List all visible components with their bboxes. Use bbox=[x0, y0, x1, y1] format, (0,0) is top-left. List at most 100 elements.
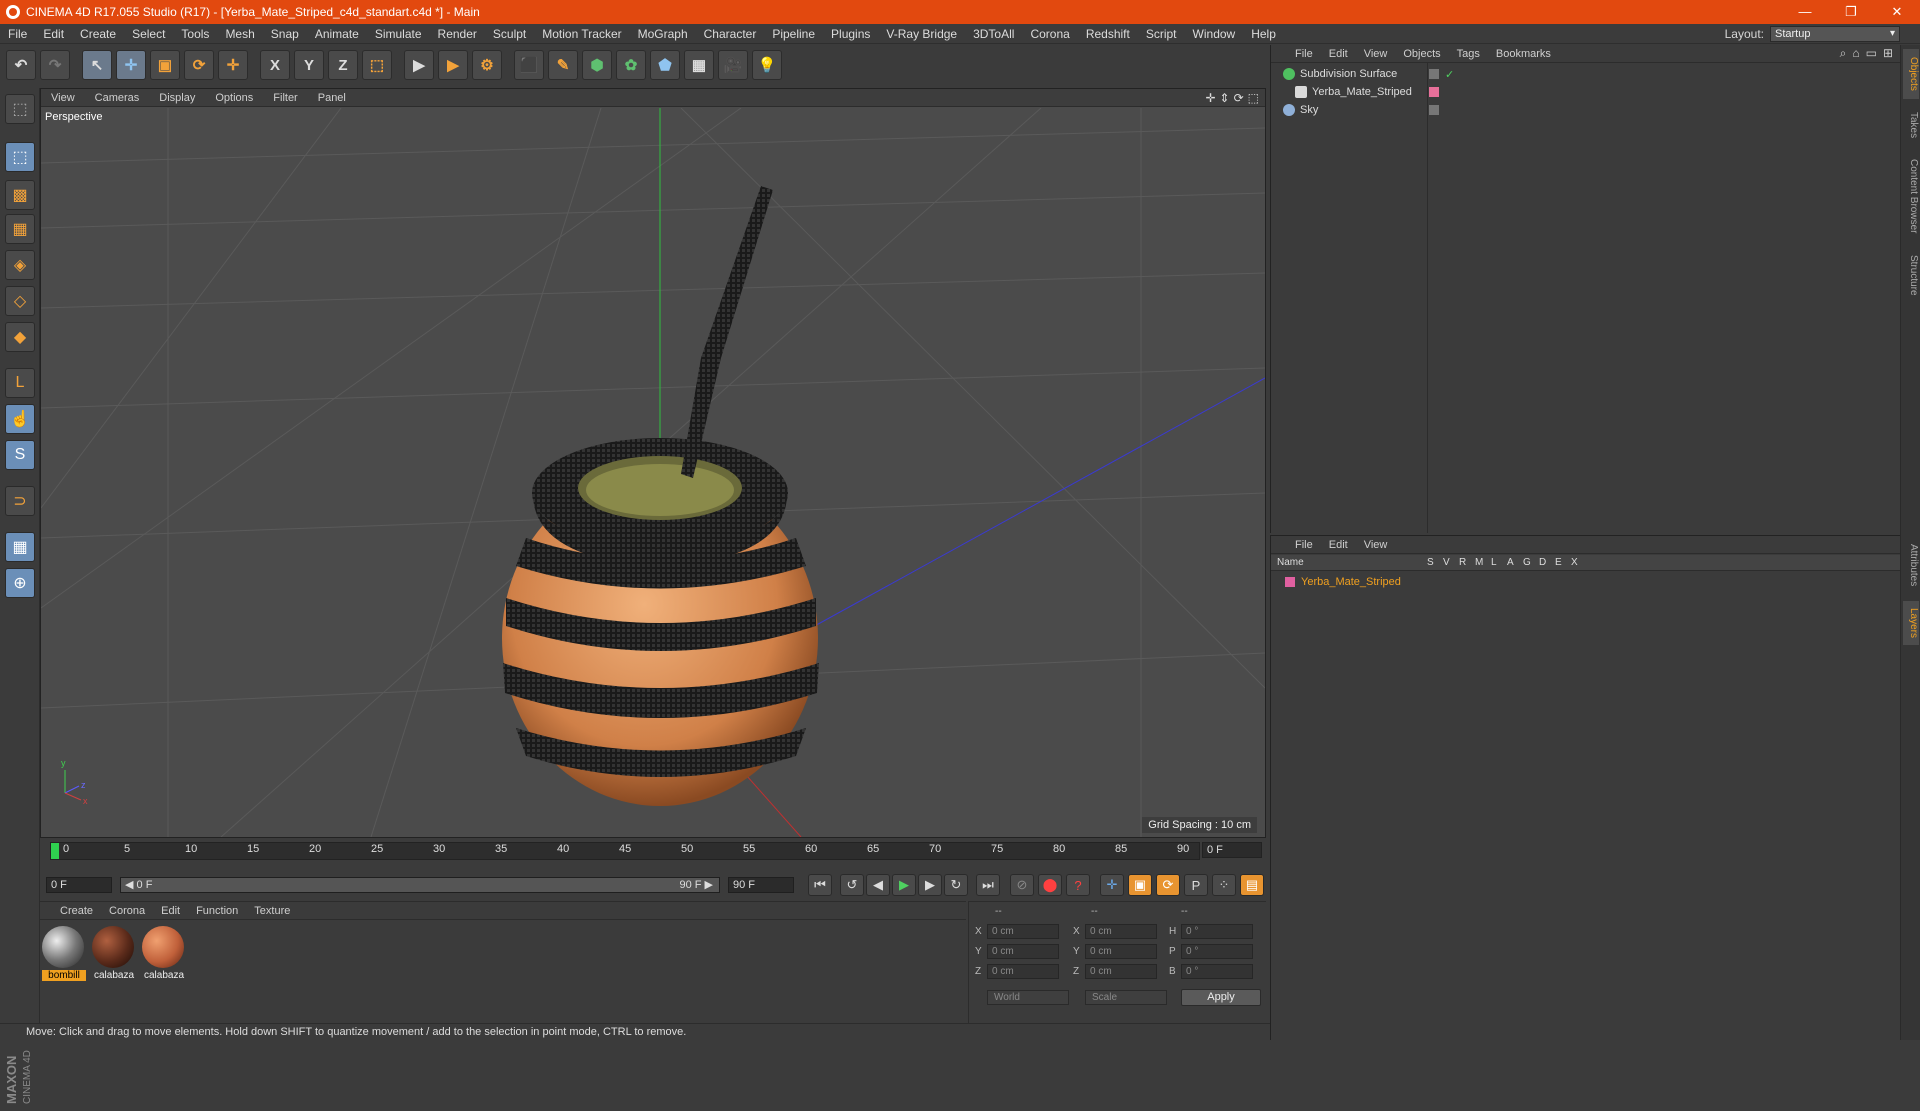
keyframe-selection-button[interactable]: ? bbox=[1066, 874, 1090, 896]
minimize-button[interactable]: — bbox=[1782, 4, 1828, 20]
snap-button[interactable]: S bbox=[5, 440, 35, 470]
tab-structure[interactable]: Structure bbox=[1903, 245, 1919, 305]
next-frame-button[interactable]: ▶ bbox=[918, 874, 942, 896]
magnet-button[interactable]: ⊃ bbox=[5, 486, 35, 516]
position-x-field[interactable]: 0 cm bbox=[987, 924, 1059, 939]
objects-menu-view[interactable]: View bbox=[1356, 48, 1396, 60]
viewport-menu-options[interactable]: Options bbox=[205, 92, 263, 104]
menu-redshift[interactable]: Redshift bbox=[1078, 27, 1138, 41]
enabled-check-icon[interactable]: ✓ bbox=[1445, 68, 1454, 81]
tweak-mode-button[interactable]: ☝ bbox=[5, 404, 35, 434]
rotate-tool-button[interactable]: ⟳ bbox=[184, 50, 214, 80]
position-y-field[interactable]: 0 cm bbox=[987, 944, 1059, 959]
perspective-viewport[interactable]: View Cameras Display Options Filter Pane… bbox=[40, 88, 1266, 838]
material-tag-icon[interactable] bbox=[1429, 87, 1439, 97]
visibility-toggle[interactable] bbox=[1429, 105, 1439, 115]
start-frame-field[interactable]: 0 F bbox=[46, 877, 112, 893]
objects-menu-objects[interactable]: Objects bbox=[1395, 48, 1448, 60]
render-settings-button[interactable]: ⚙ bbox=[472, 50, 502, 80]
camera-object-button[interactable]: 🎥 bbox=[718, 50, 748, 80]
material-menu-create[interactable]: Create bbox=[52, 905, 101, 917]
workplane-lock-button[interactable]: ▦ bbox=[5, 532, 35, 562]
maximize-button[interactable]: ❐ bbox=[1828, 4, 1874, 20]
menu-animate[interactable]: Animate bbox=[307, 27, 367, 41]
material-menu-corona[interactable]: Corona bbox=[101, 905, 153, 917]
subdivision-surface-button[interactable]: ⬢ bbox=[582, 50, 612, 80]
render-view-button[interactable]: ▶ bbox=[404, 50, 434, 80]
key-parameter-button[interactable]: P bbox=[1184, 874, 1208, 896]
expand-icon[interactable]: ⊞ bbox=[1883, 46, 1893, 61]
light-object-button[interactable]: 💡 bbox=[752, 50, 782, 80]
rotation-p-field[interactable]: 0 ° bbox=[1181, 944, 1253, 959]
material-menu-function[interactable]: Function bbox=[188, 905, 246, 917]
menu-plugins[interactable]: Plugins bbox=[823, 27, 878, 41]
visibility-toggle[interactable] bbox=[1429, 69, 1439, 79]
pan-icon[interactable]: ✛ bbox=[1205, 91, 1215, 105]
tab-attributes[interactable]: Attributes bbox=[1903, 535, 1919, 595]
viewport-menu-panel[interactable]: Panel bbox=[308, 92, 356, 104]
size-x-field[interactable]: 0 cm bbox=[1085, 924, 1157, 939]
menu-mograph[interactable]: MoGraph bbox=[630, 27, 696, 41]
viewport-menu-display[interactable]: Display bbox=[149, 92, 205, 104]
menu-file[interactable]: File bbox=[0, 27, 35, 41]
current-frame-field[interactable]: 0 F bbox=[1202, 842, 1262, 858]
size-mode-dropdown[interactable]: Scale bbox=[1085, 990, 1167, 1005]
menu-select[interactable]: Select bbox=[124, 27, 173, 41]
menu-pipeline[interactable]: Pipeline bbox=[764, 27, 823, 41]
rotation-h-field[interactable]: 0 ° bbox=[1181, 924, 1253, 939]
tab-takes[interactable]: Takes bbox=[1903, 105, 1919, 145]
menu-edit[interactable]: Edit bbox=[35, 27, 72, 41]
autokeying-button[interactable]: ⬤ bbox=[1038, 874, 1062, 896]
menu-sculpt[interactable]: Sculpt bbox=[485, 27, 534, 41]
tab-layers[interactable]: Layers bbox=[1903, 601, 1919, 645]
key-scale-button[interactable]: ▣ bbox=[1128, 874, 1152, 896]
deformer-button[interactable]: ⬟ bbox=[650, 50, 680, 80]
locked-workplane-button[interactable]: ⊕ bbox=[5, 568, 35, 598]
menu-motion-tracker[interactable]: Motion Tracker bbox=[534, 27, 629, 41]
objects-menu-edit[interactable]: Edit bbox=[1321, 48, 1356, 60]
layers-menu-edit[interactable]: Edit bbox=[1321, 539, 1356, 551]
scale-tool-button[interactable]: ▣ bbox=[150, 50, 180, 80]
viewport-menu-cameras[interactable]: Cameras bbox=[85, 92, 150, 104]
objects-menu-bookmarks[interactable]: Bookmarks bbox=[1488, 48, 1559, 60]
floor-object-button[interactable]: ▦ bbox=[684, 50, 714, 80]
model-mode-button[interactable]: ⬚ bbox=[5, 142, 35, 172]
redo-button[interactable]: ↷ bbox=[40, 50, 70, 80]
rotation-b-field[interactable]: 0 ° bbox=[1181, 964, 1253, 979]
menu-help[interactable]: Help bbox=[1243, 27, 1284, 41]
layers-menu-file[interactable]: File bbox=[1287, 539, 1321, 551]
search-icon[interactable]: ⌕ bbox=[1840, 46, 1847, 61]
go-to-start-button[interactable]: ⏮ bbox=[808, 874, 832, 896]
layers-menu-view[interactable]: View bbox=[1356, 539, 1396, 551]
end-frame-field[interactable]: 90 F bbox=[728, 877, 794, 893]
coordinate-mode-dropdown[interactable]: World bbox=[987, 990, 1069, 1005]
polygons-mode-button[interactable]: ◆ bbox=[5, 322, 35, 352]
make-editable-button[interactable]: ⬚ bbox=[5, 94, 35, 124]
dolly-icon[interactable]: ⇕ bbox=[1220, 91, 1230, 105]
key-rotation-button[interactable]: ⟳ bbox=[1156, 874, 1180, 896]
layer-color-swatch[interactable] bbox=[1285, 577, 1295, 587]
material-menu-edit[interactable]: Edit bbox=[153, 905, 188, 917]
y-axis-lock-button[interactable]: Y bbox=[294, 50, 324, 80]
edges-mode-button[interactable]: ◇ bbox=[5, 286, 35, 316]
move-tool-button[interactable]: ✛ bbox=[116, 50, 146, 80]
viewport-menu-view[interactable]: View bbox=[41, 92, 85, 104]
material-swatch[interactable]: bombill bbox=[42, 926, 86, 984]
orbit-icon[interactable]: ⟳ bbox=[1234, 91, 1244, 105]
layout-dropdown[interactable]: Startup bbox=[1770, 25, 1900, 42]
menu-tools[interactable]: Tools bbox=[173, 27, 217, 41]
workplane-mode-button[interactable]: ▦ bbox=[5, 214, 35, 244]
menu-simulate[interactable]: Simulate bbox=[367, 27, 430, 41]
close-button[interactable]: ✕ bbox=[1874, 4, 1920, 20]
material-menu-texture[interactable]: Texture bbox=[246, 905, 298, 917]
home-icon[interactable]: ⌂ bbox=[1852, 46, 1859, 61]
new-window-icon[interactable]: ▭ bbox=[1866, 46, 1877, 61]
enable-axis-button[interactable]: L bbox=[5, 368, 35, 398]
points-mode-button[interactable]: ◈ bbox=[5, 250, 35, 280]
object-row[interactable]: Yerba_Mate_Striped bbox=[1271, 83, 1901, 101]
object-row[interactable]: Sky bbox=[1271, 101, 1901, 119]
material-swatch[interactable]: calabaza bbox=[92, 926, 136, 984]
pen-spline-button[interactable]: ✎ bbox=[548, 50, 578, 80]
tab-objects[interactable]: Objects bbox=[1903, 49, 1919, 99]
object-row[interactable]: Subdivision Surface ✓ bbox=[1271, 65, 1901, 83]
